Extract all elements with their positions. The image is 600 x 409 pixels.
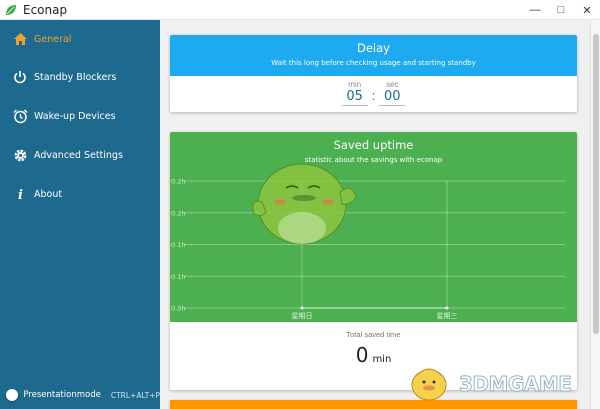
- chart-y-tick-label: 0.2h: [171, 209, 185, 217]
- presentation-mode-shortcut: CTRL+ALT+P: [110, 390, 160, 400]
- sidebar-item-wake-up-devices[interactable]: Wake-up Devices: [0, 99, 160, 133]
- chart-data-point: [445, 306, 449, 310]
- gear-icon: [12, 147, 28, 163]
- minimize-button[interactable]: —: [522, 0, 548, 20]
- window-controls: — □ ✕: [522, 0, 600, 20]
- econap-mascot-icon: [252, 163, 357, 245]
- total-saved-time-unit: min: [372, 354, 392, 365]
- delay-time-picker: min 05 : sec 00: [170, 80, 577, 106]
- chart-x-tick-label: 星期日: [292, 312, 313, 320]
- app-title: Econap: [23, 2, 68, 17]
- minutes-value: 05: [346, 89, 363, 104]
- chart-data-point: [300, 306, 304, 310]
- chart-y-tick-label: 0.1h: [171, 241, 185, 249]
- saved-uptime-title: Saved uptime: [333, 138, 414, 152]
- sidebar-item-standby-blockers[interactable]: Standby Blockers: [0, 60, 160, 94]
- saved-uptime-header: 0.2h 0.2h 0.1h 0.1h 0.0h 星期日 星期三 Saved uptime …: [170, 132, 577, 322]
- svg-text:i: i: [18, 188, 23, 201]
- seconds-value: 00: [384, 89, 401, 104]
- saved-uptime-subtitle: statistic about the savings with econap: [304, 156, 443, 164]
- seconds-label: sec: [386, 80, 399, 89]
- saved-uptime-card: 0.2h 0.2h 0.1h 0.1h 0.0h 星期日 星期三 Saved uptime …: [170, 132, 577, 390]
- presentation-mode-toggle[interactable]: [6, 389, 18, 401]
- close-button[interactable]: ✕: [574, 0, 600, 20]
- total-saved-time-value: 0: [355, 343, 369, 367]
- main-scrollbar[interactable]: [590, 20, 600, 409]
- power-icon: [12, 69, 28, 85]
- title-bar: Econap — □ ✕: [0, 0, 600, 20]
- chart-x-tick-label: 星期三: [437, 312, 458, 320]
- sidebar-item-general[interactable]: General: [0, 22, 160, 56]
- chart-y-tick-label: 0.2h: [171, 178, 185, 186]
- home-icon: [12, 31, 28, 47]
- main-content: Delay Wait this long before checking usa…: [160, 20, 590, 409]
- info-icon: i: [12, 186, 28, 202]
- sidebar-item-label: General: [34, 33, 72, 45]
- sidebar: General Standby Blockers Wake-up Devices…: [0, 20, 160, 409]
- sidebar-item-label: Wake-up Devices: [34, 110, 116, 122]
- minutes-field[interactable]: min 05: [341, 80, 368, 106]
- leaf-logo-icon: [6, 4, 16, 15]
- sidebar-item-label: Advanced Settings: [34, 149, 123, 161]
- alarm-clock-icon: [12, 108, 28, 124]
- maximize-button[interactable]: □: [548, 0, 574, 20]
- total-saved-time-label: Total saved time: [346, 330, 401, 339]
- delay-card: Delay Wait this long before checking usa…: [170, 35, 577, 112]
- chart-y-tick-label: 0.1h: [171, 273, 185, 281]
- watermark: 3DMGAME: [405, 355, 595, 407]
- delay-title: Delay: [357, 41, 390, 55]
- delay-header: Delay Wait this long before checking usa…: [170, 35, 577, 76]
- presentation-mode-label: Presentationmode: [23, 390, 101, 400]
- scrollbar-thumb[interactable]: [593, 34, 599, 334]
- time-separator: :: [371, 88, 376, 103]
- seconds-field[interactable]: sec 00: [379, 80, 406, 106]
- sidebar-item-about[interactable]: i About: [0, 177, 160, 211]
- sidebar-item-label: About: [34, 188, 63, 200]
- presentation-mode-row: Presentationmode CTRL+ALT+P: [0, 381, 160, 409]
- sidebar-item-advanced-settings[interactable]: Advanced Settings: [0, 138, 160, 172]
- minutes-label: min: [348, 80, 362, 89]
- watermark-mascot-icon: [411, 368, 447, 401]
- watermark-text: 3DMGAME: [458, 372, 572, 397]
- chart-y-tick-label: 0.0h: [171, 305, 185, 313]
- delay-subtitle: Wait this long before checking usage and…: [271, 59, 476, 67]
- sidebar-item-label: Standby Blockers: [34, 71, 117, 83]
